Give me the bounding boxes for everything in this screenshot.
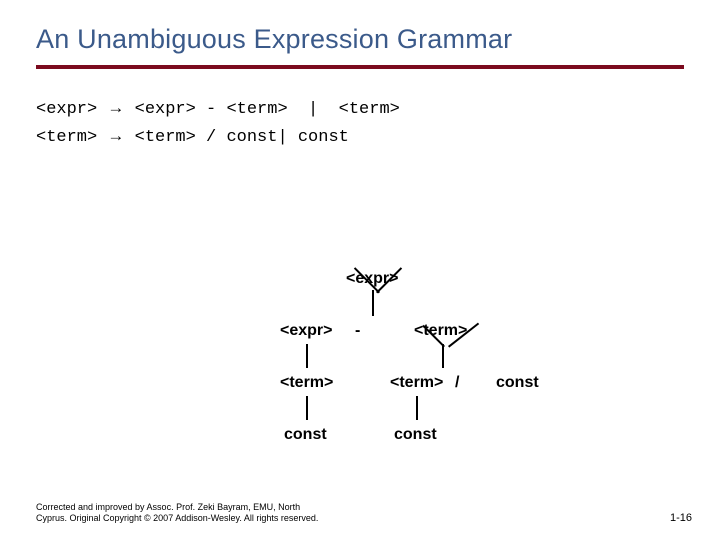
grammar-line2-rhs: <term> / const| const [124,128,348,147]
tree-slash: / [455,374,459,392]
grammar-line2-lhs: <term> [36,128,97,147]
tree-edge [416,396,418,420]
parse-tree: <expr> <expr> - <term> <term> <term> / c… [0,270,720,510]
tree-edge [372,290,374,316]
title-rule [36,65,684,69]
grammar-block: <expr> → <expr> - <term> | <term> <term>… [36,95,684,150]
page-title: An Unambiguous Expression Grammar [36,24,684,55]
tree-edge [306,396,308,420]
footer-line2: Cyprus. Original Copyright © 2007 Addiso… [36,513,318,523]
arrow-icon: → [107,98,124,117]
tree-edge [442,344,444,368]
tree-minus: - [355,322,360,340]
tree-left-term: <term> [280,374,333,392]
arrow-icon: → [107,126,124,145]
footer-line1: Corrected and improved by Assoc. Prof. Z… [36,502,300,512]
tree-edge [306,344,308,368]
tree-right-left-term: <term> [390,374,443,392]
tree-right-const: const [496,374,539,392]
slide: An Unambiguous Expression Grammar <expr>… [0,0,720,540]
tree-left-expr: <expr> [280,322,332,340]
grammar-line1-lhs: <expr> [36,100,97,119]
grammar-line1-rhs: <expr> - <term> | <term> [124,100,399,119]
tree-right-left-const: const [394,426,437,444]
footer-credit: Corrected and improved by Assoc. Prof. Z… [36,502,318,525]
tree-left-const: const [284,426,327,444]
page-number: 1-16 [670,512,692,524]
